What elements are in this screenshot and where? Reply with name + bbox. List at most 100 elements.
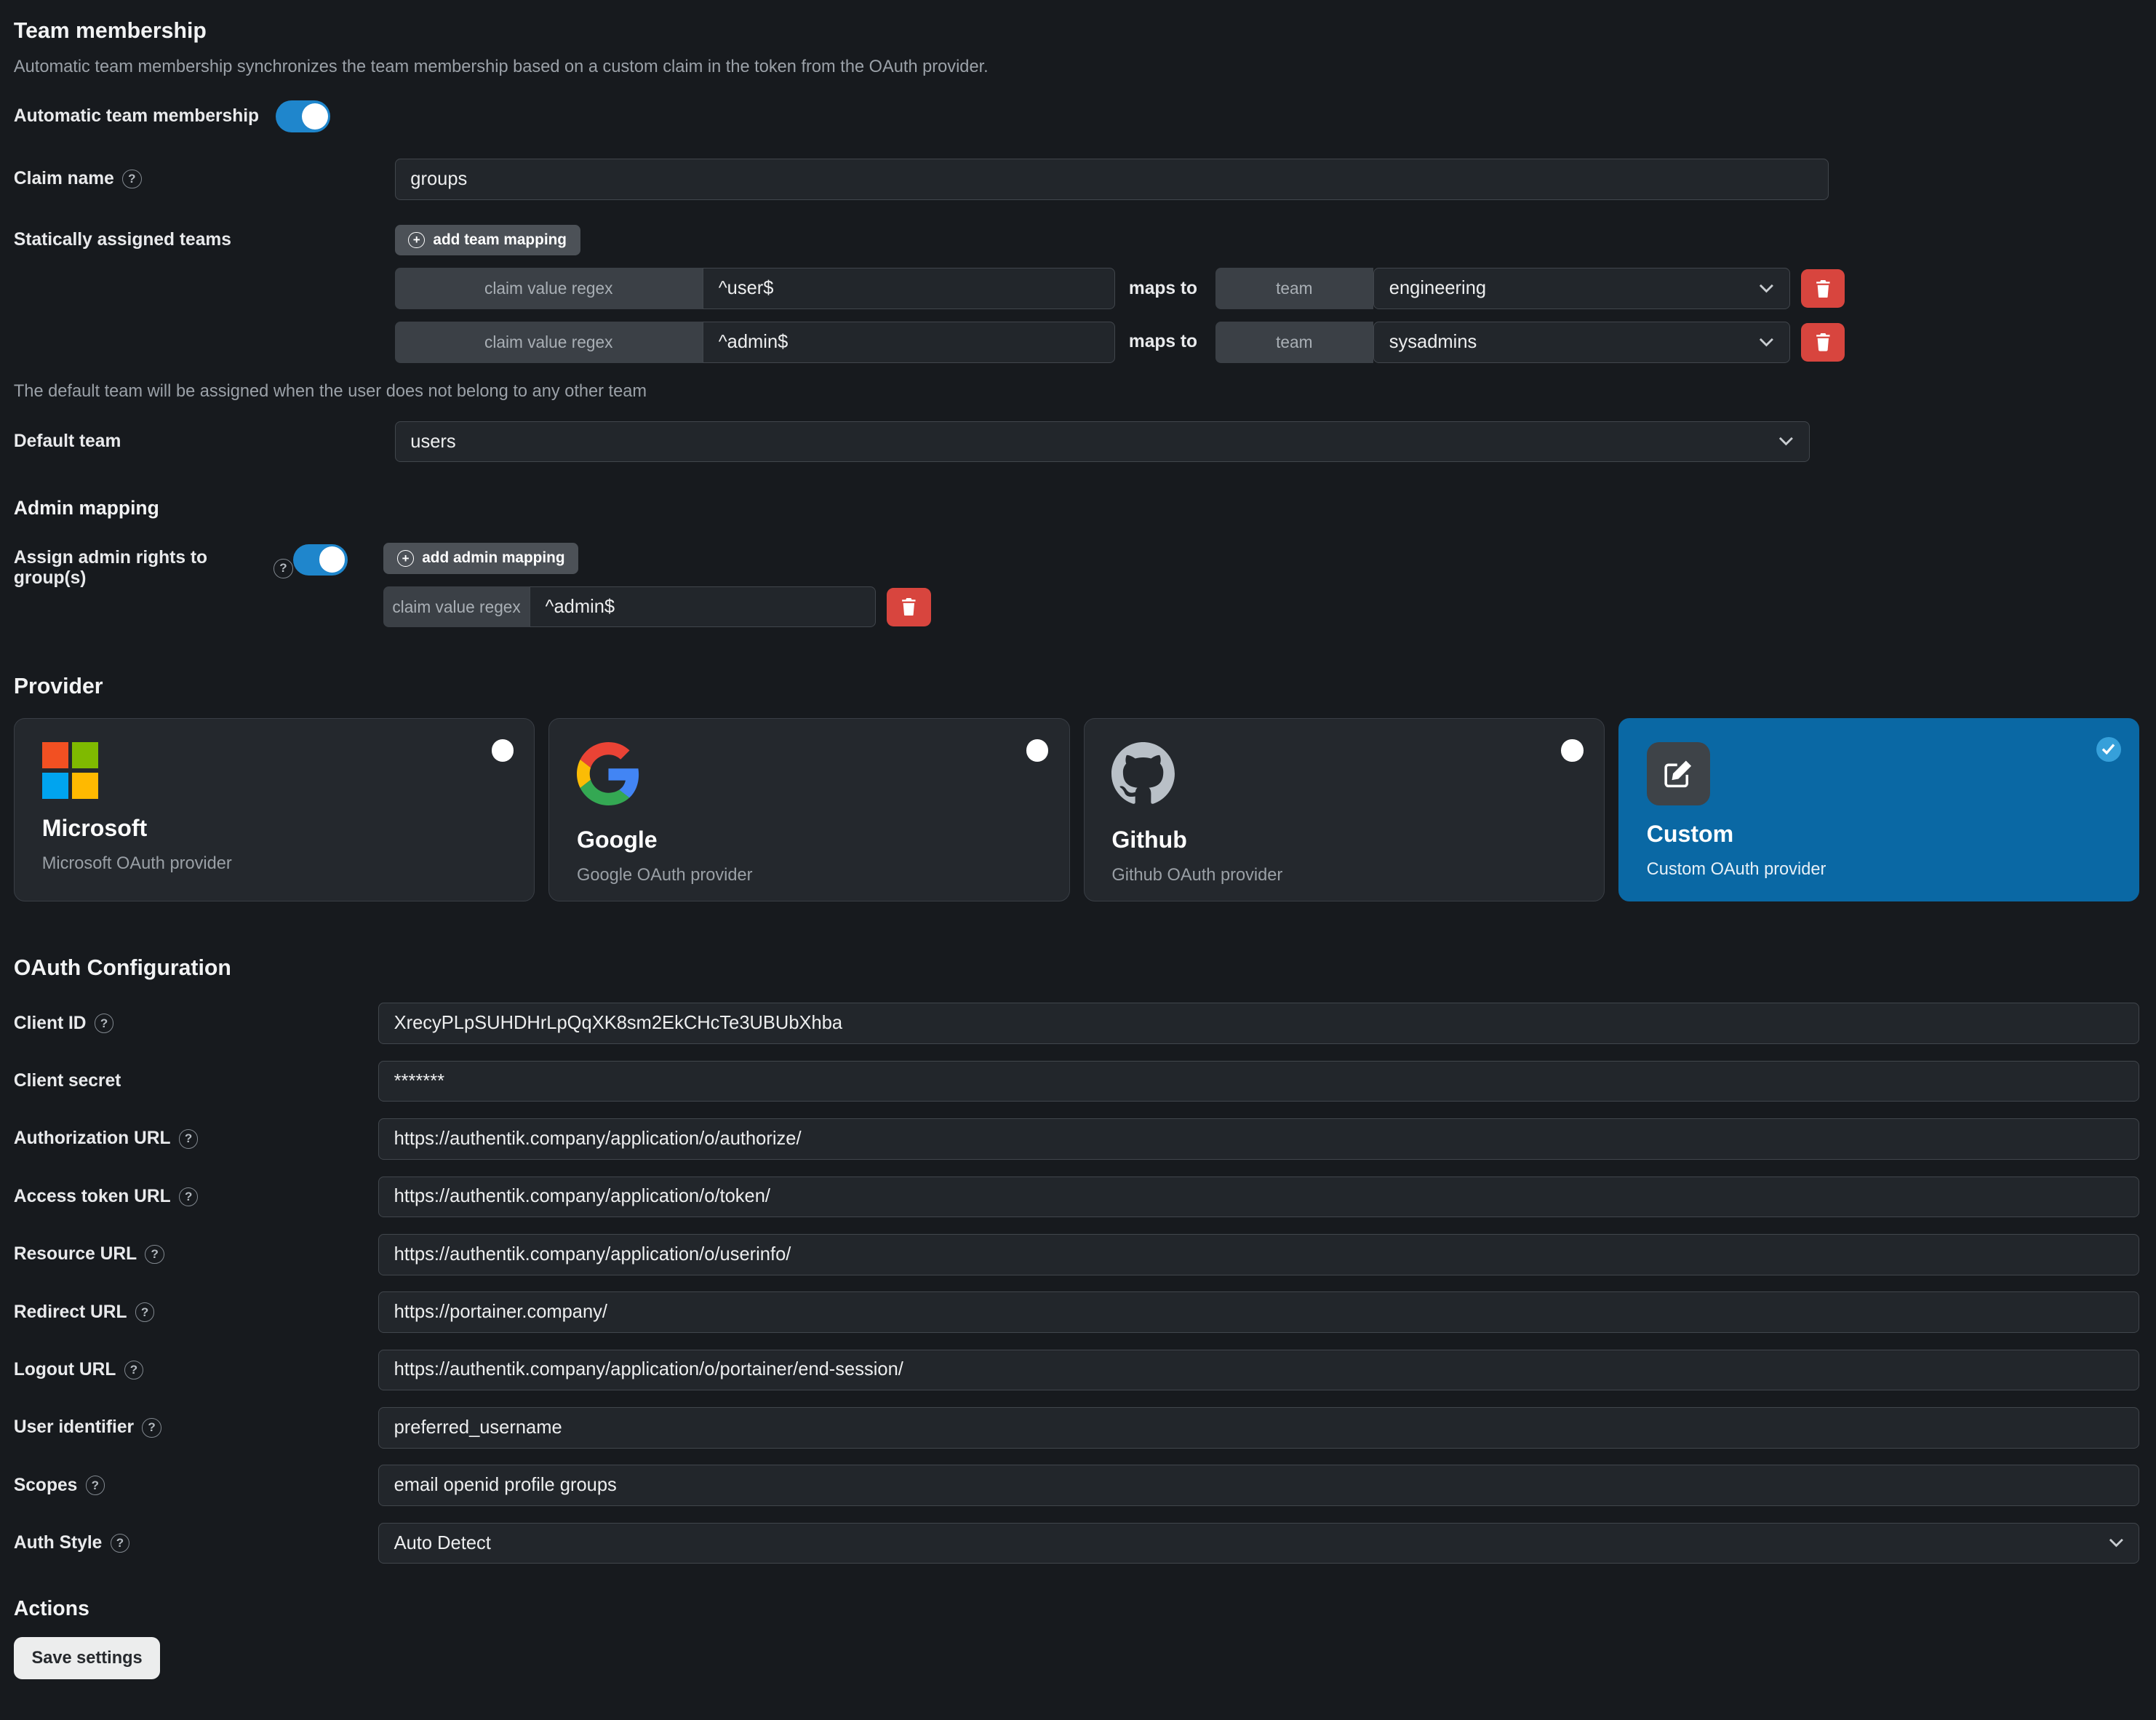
help-icon[interactable]: ? <box>142 1418 161 1437</box>
radio-unselected-icon[interactable] <box>1026 739 1048 761</box>
default-team-select[interactable]: users <box>395 421 1810 463</box>
provider-card-google[interactable]: Google Google OAuth provider <box>548 718 1069 901</box>
admin-mapping-regex-input[interactable] <box>530 586 876 628</box>
team-membership-description: Automatic team membership synchronizes t… <box>14 57 2139 77</box>
claim-value-regex-addon: claim value regex <box>395 268 703 309</box>
access-token-url-row: Access token URL ? <box>14 1176 2139 1218</box>
trash-icon <box>1815 280 1832 298</box>
claim-name-input[interactable] <box>395 159 1829 200</box>
authorization-url-row: Authorization URL ? <box>14 1118 2139 1160</box>
github-logo-icon <box>1111 742 1175 805</box>
provider-card-title: Custom <box>1647 821 2112 848</box>
assign-admin-label: Assign admin rights to group(s) <box>14 548 265 589</box>
claim-value-regex-addon: claim value regex <box>395 322 703 363</box>
authorization-url-input[interactable] <box>378 1118 2140 1160</box>
trash-icon <box>901 598 917 616</box>
client-id-input[interactable] <box>378 1003 2140 1044</box>
provider-card-github[interactable]: Github Github OAuth provider <box>1084 718 1605 901</box>
help-icon[interactable]: ? <box>135 1302 154 1321</box>
team-addon: team <box>1215 322 1373 363</box>
auth-style-label: Auth Style <box>14 1533 102 1553</box>
chevron-down-icon <box>2109 1538 2124 1548</box>
auth-style-select[interactable]: Auto Detect <box>378 1523 2140 1564</box>
provider-card-description: Google OAuth provider <box>577 866 1042 885</box>
resource-url-input[interactable] <box>378 1234 2140 1275</box>
provider-card-title: Github <box>1111 827 1576 853</box>
team-mapping-regex-input[interactable] <box>703 268 1115 309</box>
default-team-note: The default team will be assigned when t… <box>14 382 2139 402</box>
team-select-value: engineering <box>1389 278 1486 299</box>
redirect-url-row: Redirect URL ? <box>14 1291 2139 1333</box>
scopes-input[interactable] <box>378 1465 2140 1506</box>
add-team-mapping-button[interactable]: + add team mapping <box>395 225 580 256</box>
oauth-settings-page: Team membership Automatic team membershi… <box>0 0 2156 1720</box>
edit-pencil-icon <box>1663 759 1693 789</box>
chevron-down-icon <box>1759 284 1774 293</box>
team-mapping-row: claim value regex maps to team engineeri… <box>395 268 1845 309</box>
redirect-url-input[interactable] <box>378 1291 2140 1333</box>
delete-team-mapping-button[interactable] <box>1801 323 1845 362</box>
help-icon[interactable]: ? <box>86 1476 105 1494</box>
client-secret-label: Client secret <box>14 1071 121 1091</box>
provider-card-custom[interactable]: Custom Custom OAuth provider <box>1618 718 2139 901</box>
access-token-url-input[interactable] <box>378 1176 2140 1218</box>
toggle-knob <box>319 546 346 573</box>
automatic-team-membership-label: Automatic team membership <box>14 106 259 127</box>
client-secret-input[interactable] <box>378 1061 2140 1102</box>
scopes-label: Scopes <box>14 1476 77 1496</box>
logout-url-label: Logout URL <box>14 1360 116 1380</box>
plus-icon: + <box>397 550 414 567</box>
help-icon[interactable]: ? <box>111 1534 129 1553</box>
actions-heading: Actions <box>14 1597 2139 1621</box>
claim-value-regex-addon: claim value regex <box>383 586 529 628</box>
scopes-row: Scopes ? <box>14 1465 2139 1506</box>
team-select-value: sysadmins <box>1389 332 1477 353</box>
team-mappings-area: + add team mapping claim value regex map… <box>395 225 1845 363</box>
assign-admin-row: Assign admin rights to group(s) ? + add … <box>14 543 2139 628</box>
radio-unselected-icon[interactable] <box>1561 739 1583 761</box>
auth-style-value: Auto Detect <box>394 1533 491 1554</box>
save-settings-button[interactable]: Save settings <box>14 1637 160 1679</box>
help-icon[interactable]: ? <box>179 1187 198 1206</box>
team-select[interactable]: engineering <box>1373 268 1790 309</box>
team-mapping-regex-input[interactable] <box>703 322 1115 363</box>
admin-mapping-row: claim value regex <box>383 586 930 628</box>
user-identifier-row: User identifier ? <box>14 1407 2139 1449</box>
auth-style-row: Auth Style ? Auto Detect <box>14 1523 2139 1564</box>
ms-square-blue <box>42 773 68 799</box>
delete-admin-mapping-button[interactable] <box>887 588 930 626</box>
help-icon[interactable]: ? <box>274 559 292 578</box>
provider-card-title: Microsoft <box>42 815 507 842</box>
user-identifier-label: User identifier <box>14 1417 134 1438</box>
statically-assigned-teams-row: Statically assigned teams + add team map… <box>14 225 2139 363</box>
add-team-mapping-label: add team mapping <box>433 231 567 249</box>
resource-url-label: Resource URL <box>14 1244 137 1265</box>
ms-square-red <box>42 742 68 768</box>
client-secret-row: Client secret <box>14 1061 2139 1102</box>
assign-admin-toggle[interactable] <box>293 544 348 576</box>
user-identifier-input[interactable] <box>378 1407 2140 1449</box>
team-select[interactable]: sysadmins <box>1373 322 1790 363</box>
provider-heading: Provider <box>14 674 2139 699</box>
automatic-team-membership-toggle[interactable] <box>276 100 331 132</box>
add-admin-mapping-button[interactable]: + add admin mapping <box>383 543 578 574</box>
help-icon[interactable]: ? <box>122 170 141 188</box>
provider-card-microsoft[interactable]: Microsoft Microsoft OAuth provider <box>14 718 535 901</box>
default-team-label: Default team <box>14 431 395 452</box>
delete-team-mapping-button[interactable] <box>1801 269 1845 308</box>
redirect-url-label: Redirect URL <box>14 1302 127 1323</box>
selected-check-icon <box>2096 737 2121 762</box>
help-icon[interactable]: ? <box>145 1245 164 1264</box>
help-icon[interactable]: ? <box>95 1014 113 1032</box>
logout-url-input[interactable] <box>378 1350 2140 1391</box>
help-icon[interactable]: ? <box>124 1361 143 1379</box>
help-icon[interactable]: ? <box>179 1129 198 1148</box>
claim-name-label: Claim name <box>14 169 114 189</box>
chevron-down-icon <box>1759 338 1774 347</box>
microsoft-logo-icon <box>42 742 100 800</box>
radio-unselected-icon[interactable] <box>492 739 514 761</box>
plus-icon: + <box>408 232 425 249</box>
authorization-url-label: Authorization URL <box>14 1128 171 1149</box>
provider-card-description: Microsoft OAuth provider <box>42 854 507 874</box>
custom-edit-icon-box <box>1647 742 1710 805</box>
